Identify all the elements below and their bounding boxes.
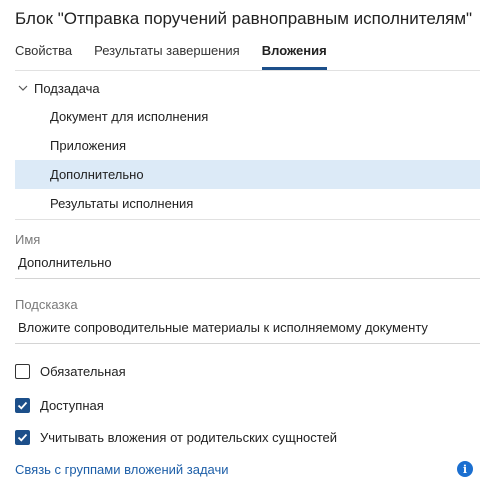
inherit-label: Учитывать вложения от родительских сущно… — [40, 429, 338, 445]
info-icon[interactable]: i — [457, 461, 473, 477]
tree-item-label: Результаты исполнения — [50, 196, 194, 211]
checkmark-icon — [17, 401, 28, 410]
tree-node-label: Подзадача — [34, 80, 100, 96]
hint-label: Подсказка — [15, 297, 78, 312]
required-label: Обязательная — [40, 363, 126, 379]
tab-properties[interactable]: Свойства — [15, 43, 72, 70]
required-checkbox[interactable] — [15, 363, 30, 379]
attachment-groups-link[interactable]: Связь с группами вложений задачи — [15, 462, 229, 477]
inherit-checkbox-row[interactable]: Учитывать вложения от родительских сущно… — [15, 428, 337, 446]
tab-bar: Свойства Результаты завершения Вложения — [15, 43, 349, 70]
hint-field-group: Подсказка Вложите сопроводительные матер… — [15, 297, 480, 344]
tree-item-label: Дополнительно — [50, 167, 144, 182]
attachments-tree: Подзадача Документ для исполнения Прилож… — [15, 74, 480, 218]
tab-completion-results[interactable]: Результаты завершения — [94, 43, 240, 70]
name-label: Имя — [15, 232, 41, 247]
available-label: Доступная — [40, 397, 104, 413]
inherit-checkbox[interactable] — [15, 429, 30, 445]
tree-node-subtask[interactable]: Подзадача — [15, 74, 480, 102]
tree-item-attachments[interactable]: Приложения — [15, 131, 480, 160]
tab-attachments[interactable]: Вложения — [261, 43, 327, 70]
name-input[interactable]: Дополнительно — [15, 255, 480, 279]
tree-item-document[interactable]: Документ для исполнения — [15, 102, 480, 131]
tree-item-label: Приложения — [50, 138, 127, 153]
required-checkbox-row[interactable]: Обязательная — [15, 362, 126, 380]
tree-divider — [15, 219, 480, 220]
block-title: Блок "Отправка поручений равноправным ис… — [15, 9, 473, 28]
tree-item-additional[interactable]: Дополнительно — [15, 160, 480, 189]
tree-item-results[interactable]: Результаты исполнения — [15, 189, 480, 218]
checkmark-icon — [17, 433, 28, 442]
available-checkbox[interactable] — [15, 397, 30, 413]
chevron-down-icon[interactable] — [18, 83, 28, 93]
tabs-divider — [15, 70, 480, 71]
available-checkbox-row[interactable]: Доступная — [15, 396, 104, 414]
tree-item-label: Документ для исполнения — [50, 109, 209, 124]
hint-input[interactable]: Вложите сопроводительные материалы к исп… — [15, 320, 480, 344]
name-field-group: Имя Дополнительно — [15, 232, 480, 279]
